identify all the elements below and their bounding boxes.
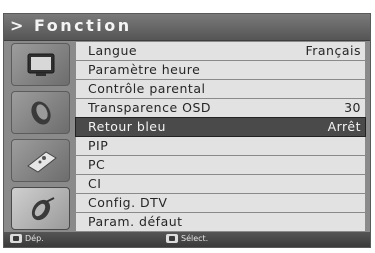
menu-item-label: PC: [88, 157, 106, 172]
move-hint: Dép.: [10, 234, 44, 243]
osd-menu-window: > Fonction Langue Français Paramètre heu…: [3, 13, 371, 248]
menu-item-value: Arrêt: [327, 119, 361, 134]
tv-screen-icon: [27, 53, 55, 76]
category-tv[interactable]: [11, 43, 70, 86]
menu-item-label: CI: [88, 176, 102, 191]
menu-item-transparence-osd[interactable]: Transparence OSD 30: [76, 99, 365, 117]
menu-item-label: Paramètre heure: [88, 62, 201, 77]
menu-item-ci[interactable]: CI: [76, 175, 365, 193]
remote-control-icon: [27, 151, 57, 173]
category-function[interactable]: [11, 187, 70, 230]
menu-item-label: PIP: [88, 138, 109, 153]
menu-item-label: Langue: [88, 43, 138, 58]
menu-item-controle-parental[interactable]: Contrôle parental: [76, 80, 365, 98]
select-hint: Sélect.: [166, 234, 208, 243]
select-button-icon: [166, 234, 178, 243]
menu-item-label: Config. DTV: [88, 195, 168, 210]
title-bar: > Fonction: [4, 14, 370, 41]
menu-item-label: Contrôle parental: [88, 81, 206, 96]
menu-item-label: Param. défaut: [88, 214, 183, 229]
function-menu-list: Langue Français Paramètre heure Contrôle…: [75, 42, 366, 232]
menu-item-param-defaut[interactable]: Param. défaut: [76, 213, 365, 231]
satellite-icon: [31, 197, 55, 221]
menu-item-langue[interactable]: Langue Français: [76, 42, 365, 60]
menu-item-pip[interactable]: PIP: [76, 137, 365, 155]
menu-item-label: Transparence OSD: [88, 100, 212, 115]
menu-title: > Fonction: [10, 16, 132, 35]
navigate-button-icon: [10, 234, 22, 243]
menu-item-parametre-heure[interactable]: Paramètre heure: [76, 61, 365, 79]
category-antenna[interactable]: [11, 91, 70, 134]
menu-item-config-dtv[interactable]: Config. DTV: [76, 194, 365, 212]
menu-item-retour-bleu[interactable]: Retour bleu Arrêt: [75, 117, 366, 137]
menu-item-label: Retour bleu: [88, 119, 166, 134]
select-hint-label: Sélect.: [181, 234, 209, 243]
footer-hint-bar: Dép. Sélect.: [4, 232, 370, 247]
category-remote[interactable]: [11, 139, 70, 182]
satellite-dish-icon: [31, 101, 51, 125]
move-hint-label: Dép.: [25, 234, 44, 243]
menu-item-value: Français: [305, 43, 361, 58]
category-icon-column: [5, 41, 75, 231]
menu-item-pc[interactable]: PC: [76, 156, 365, 174]
menu-item-value: 30: [344, 100, 361, 115]
